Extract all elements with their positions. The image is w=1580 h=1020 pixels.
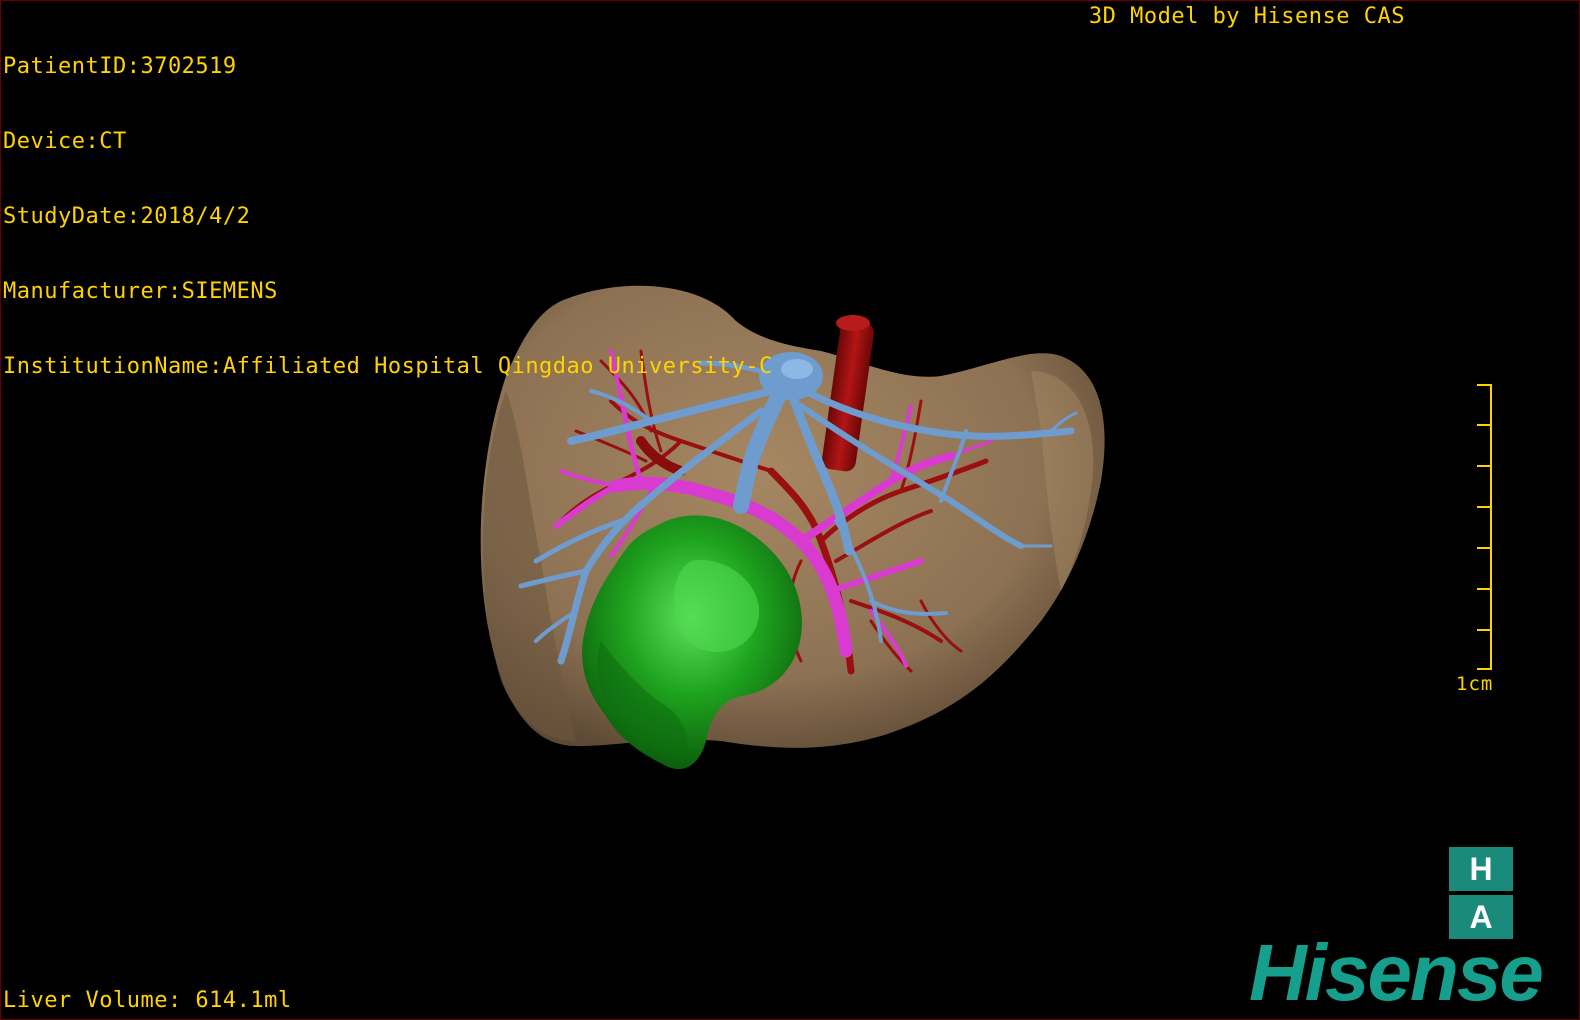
patient-info-overlay: PatientID:3702519 Device:CT StudyDate:20… — [3, 4, 773, 429]
hepatic-vein-confluence-highlight — [781, 359, 813, 379]
device: Device:CT — [3, 129, 127, 154]
patient-id: PatientID:3702519 — [3, 54, 237, 79]
liver-volume: Liver Volume: 614.1ml — [3, 988, 292, 1013]
3d-viewport[interactable]: PatientID:3702519 Device:CT StudyDate:20… — [0, 0, 1580, 1020]
scale-bar — [1477, 384, 1492, 670]
scale-label: 1cm — [1456, 673, 1494, 695]
ha-logo-top: H — [1469, 850, 1493, 887]
hisense-logo: Hisense — [1249, 928, 1544, 1017]
institution-name: InstitutionName:Affiliated Hospital Qing… — [3, 354, 773, 379]
ha-logo: H A — [1449, 847, 1513, 939]
manufacturer: Manufacturer:SIEMENS — [3, 279, 278, 304]
model-credit: 3D Model by Hisense CAS — [1088, 4, 1405, 29]
study-date: StudyDate:2018/4/2 — [3, 204, 251, 229]
